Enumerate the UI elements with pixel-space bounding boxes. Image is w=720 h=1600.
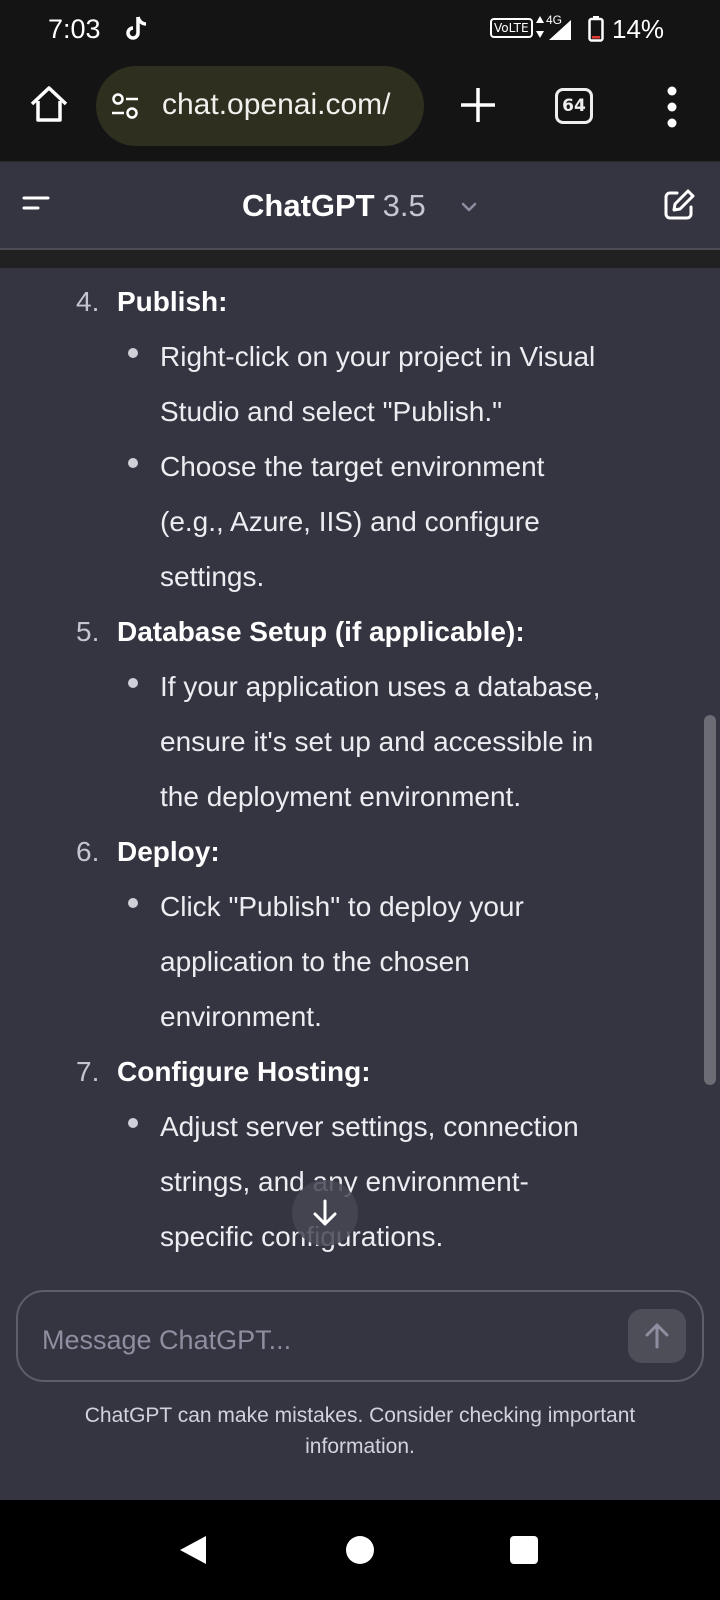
new-tab-plus-icon[interactable] — [458, 85, 498, 125]
step-number: 7. — [76, 1056, 100, 1087]
battery-icon — [588, 16, 604, 42]
tab-switcher-button[interactable]: 64 — [555, 88, 593, 124]
signal-icon — [549, 20, 571, 40]
home-icon[interactable] — [28, 83, 70, 125]
disclaimer-text: ChatGPT can make mistakes. Consider chec… — [84, 1404, 636, 1458]
scroll-to-bottom-button[interactable] — [292, 1180, 358, 1246]
step-number: 4. — [76, 286, 100, 317]
status-bar: 7:03 VoLTE 4G 14% — [0, 0, 720, 58]
data-arrows-icon — [536, 16, 544, 38]
home-circle-icon[interactable] — [346, 1536, 374, 1564]
bullet-dot — [128, 348, 138, 358]
bullet-text: environment. — [160, 1001, 322, 1032]
bullet-text: ensure it's set up and accessible in — [160, 726, 594, 757]
status-time: 7:03 — [48, 14, 101, 44]
scrollbar[interactable] — [704, 715, 716, 1085]
bullet-text: (e.g., Azure, IIS) and configure — [160, 506, 540, 537]
tiktok-icon — [126, 16, 147, 40]
model-version: 3.5 — [382, 188, 426, 223]
url-text: chat.openai.com/ — [162, 88, 391, 121]
recents-square-icon[interactable] — [510, 1536, 538, 1564]
step-title: Deploy: — [117, 836, 220, 867]
sidebar-menu-icon[interactable] — [22, 188, 50, 218]
volte-badge: VoLTE — [490, 18, 533, 38]
message-input[interactable] — [42, 1322, 602, 1358]
bullet-text: settings. — [160, 561, 265, 592]
more-menu-icon[interactable] — [660, 86, 684, 128]
bullet-text: Right-click on your project in Visual — [160, 341, 596, 372]
bullet-text: Click "Publish" to deploy your — [160, 891, 524, 922]
battery-percent: 14% — [612, 14, 665, 44]
bullet-dot — [128, 458, 138, 468]
bullet-text: the deployment environment. — [160, 781, 522, 812]
android-nav-bar — [0, 1500, 720, 1600]
message-composer — [16, 1290, 704, 1382]
step-title: Database Setup (if applicable): — [117, 616, 525, 647]
bullet-text: Adjust server settings, connection — [160, 1111, 579, 1142]
site-settings-icon[interactable] — [110, 92, 140, 120]
step-number: 6. — [76, 836, 100, 867]
bullet-dot — [128, 1118, 138, 1128]
arrow-up-icon — [645, 1323, 669, 1349]
bullet-text: Choose the target environment — [160, 451, 545, 482]
model-selector[interactable]: ChatGPT 3.5 — [242, 188, 426, 224]
step-number: 5. — [76, 616, 100, 647]
step-title: Publish: — [117, 286, 228, 317]
bullet-text: application to the chosen — [160, 946, 470, 977]
page-title: ChatGPT — [242, 188, 375, 223]
chevron-down-icon[interactable] — [460, 200, 478, 214]
bullet-dot — [128, 678, 138, 688]
address-bar[interactable]: chat.openai.com/ — [96, 66, 424, 146]
chat-header: ChatGPT 3.5 — [0, 162, 720, 250]
new-chat-edit-icon[interactable] — [662, 188, 696, 222]
browser-toolbar: chat.openai.com/ 64 — [0, 58, 720, 162]
step-title: Configure Hosting: — [117, 1056, 371, 1087]
back-triangle-icon[interactable] — [178, 1534, 208, 1566]
chat-messages[interactable]: 4. Publish: Right-click on your project … — [0, 250, 720, 1500]
bullet-text: Studio and select "Publish." — [160, 396, 503, 427]
bullet-text: If your application uses a database, — [160, 671, 601, 702]
top-divider — [0, 250, 720, 268]
send-button[interactable] — [628, 1309, 686, 1363]
arrow-down-icon — [313, 1199, 337, 1226]
bullet-dot — [128, 898, 138, 908]
